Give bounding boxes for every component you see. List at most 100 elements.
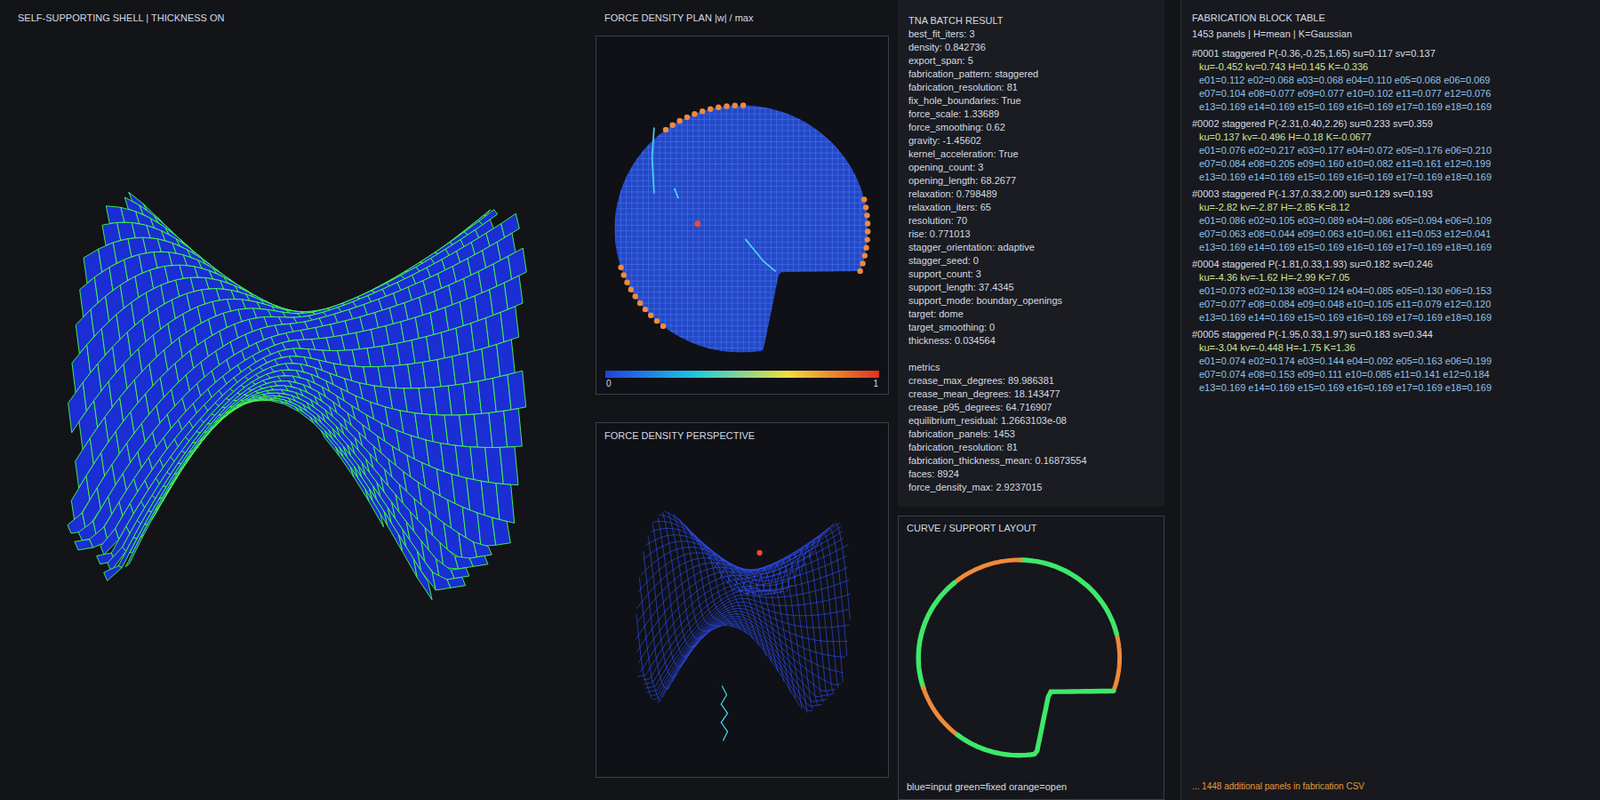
panel-entry: #0002 staggered P(-2.31,0.40,2.26) su=0.… [1192, 117, 1590, 184]
panel-edges: e13=0.169 e14=0.169 e15=0.169 e16=0.169 … [1192, 100, 1590, 114]
open-segment [923, 688, 958, 736]
param-line: rise: 0.771013 [908, 227, 1154, 241]
param-line: best_fit_iters: 3 [908, 27, 1154, 41]
panel-title: FORCE DENSITY PLAN |w| / max [595, 0, 889, 36]
panel-edges: e01=0.086 e02=0.105 e03=0.089 e04=0.086 … [1192, 214, 1590, 228]
shell-mesh [67, 192, 527, 600]
curve-layout-panel: CURVE / SUPPORT LAYOUTblue=input green=f… [897, 515, 1165, 800]
panel-edges: e07=0.077 e08=0.084 e09=0.048 e10=0.105 … [1192, 297, 1590, 312]
panel-edges: e07=0.104 e08=0.077 e09=0.077 e10=0.102 … [1192, 87, 1590, 101]
shell-panel [295, 407, 314, 424]
panel-header: #0003 staggered P(-1.37,0.33,2.00) su=0.… [1192, 187, 1590, 201]
open-boundary-dot [740, 102, 746, 108]
open-boundary-dot [707, 105, 713, 112]
shell-panel [504, 408, 523, 448]
param-line: thickness: 0.034564 [908, 334, 1154, 348]
panel-entry: #0004 staggered P(-1.81,0.33,1.93) su=0.… [1192, 257, 1590, 325]
open-boundary-dot [715, 104, 721, 111]
panel-edges: e13=0.169 e14=0.169 e15=0.169 e16=0.169 … [1192, 240, 1590, 255]
open-boundary-dot [864, 228, 871, 234]
shell-canvas[interactable] [0, 35, 587, 800]
input-curve [918, 560, 1120, 756]
table-summary: 1453 panels | H=mean | K=Gaussian [1192, 27, 1590, 41]
panel-edges: e13=0.169 e14=0.169 e15=0.169 e16=0.169 … [1192, 311, 1590, 325]
panel-edges: e01=0.073 e02=0.138 e03=0.124 e04=0.085 … [1192, 284, 1590, 298]
param-line: target: dome [908, 307, 1154, 321]
peak-marker [694, 220, 701, 227]
metric-line: force_density_max: 2.9237015 [908, 480, 1154, 495]
result-column: TNA BATCH RESULTbest_fit_iters: 3density… [897, 0, 1165, 800]
param-line: export_span: 5 [908, 54, 1154, 68]
panel-header: #0005 staggered P(-1.95,0.33,1.97) su=0.… [1192, 328, 1590, 342]
panel-title: SELF-SUPPORTING SHELL | THICKNESS ON [0, 0, 587, 36]
panel-edges: e07=0.063 e08=0.044 e09=0.063 e10=0.061 … [1192, 227, 1590, 241]
param-line: gravity: -1.45602 [908, 134, 1154, 148]
tna-result-panel: TNA BATCH RESULTbest_fit_iters: 3density… [897, 0, 1165, 507]
metric-line: crease_max_degrees: 89.986381 [908, 374, 1154, 388]
panel-curvature: ku=0.137 kv=-0.496 H=-0.18 K=-0.0677 [1192, 130, 1590, 144]
open-segment [1113, 633, 1120, 691]
param-line: density: 0.842736 [908, 40, 1154, 55]
shell-panel [354, 466, 374, 502]
panel-curvature: ku=-2.82 kv=-2.87 H=-2.85 K=8.12 [1192, 200, 1590, 215]
param-line: opening_count: 3 [908, 160, 1154, 175]
peak-marker [757, 550, 763, 556]
shell-panel [507, 370, 527, 410]
param-line: stagger_orientation: adaptive [908, 240, 1154, 255]
open-boundary-dot [684, 114, 690, 120]
shell-panel [125, 534, 144, 568]
open-boundary-dot [637, 300, 643, 306]
metric-line: fabrication_panels: 1453 [908, 427, 1154, 441]
curve-layout-canvas[interactable] [898, 538, 1164, 781]
shell-panel-view: SELF-SUPPORTING SHELL | THICKNESS ON [0, 0, 587, 800]
open-segment [954, 560, 1022, 584]
wireframe [635, 511, 850, 713]
shell-panel [504, 275, 523, 310]
panel-curvature: ku=-0.452 kv=0.743 H=0.145 K=-0.336 [1192, 60, 1590, 74]
shell-panel [131, 222, 151, 238]
shell-panel [129, 523, 149, 553]
open-boundary-dot [669, 122, 675, 128]
shell-panel [104, 565, 123, 581]
crease-line [720, 686, 728, 742]
metric-line: fabrication_resolution: 81 [908, 440, 1154, 455]
open-boundary-dot [699, 108, 705, 114]
shell-panel [280, 400, 299, 412]
shell-panel [447, 576, 466, 588]
scale-min: 0 [606, 377, 612, 391]
color-scale [605, 370, 880, 378]
param-line: support_count: 3 [908, 267, 1154, 281]
shell-panel [496, 483, 515, 524]
metric-line: faces: 8924 [908, 467, 1154, 481]
force-density-perspective[interactable] [596, 448, 888, 777]
open-boundary-dot [654, 318, 660, 324]
param-line: support_mode: boundary_openings [908, 294, 1154, 308]
open-boundary-dot [732, 102, 738, 108]
fixed-segment [957, 690, 1113, 755]
param-line: force_scale: 1.33689 [908, 107, 1154, 121]
shell-panel [399, 535, 418, 578]
shell-panel [496, 339, 516, 377]
open-boundary-dot [859, 260, 865, 266]
param-line: fabrication_pattern: staggered [908, 67, 1154, 81]
open-boundary-dot [857, 268, 864, 274]
shell-panel [168, 252, 188, 266]
open-boundary-dot [628, 287, 634, 293]
panel-edges: e07=0.074 e08=0.153 e09=0.111 e10=0.085 … [1192, 368, 1590, 382]
color-scale-labels: 01 [596, 377, 888, 394]
shell-panel [499, 447, 519, 486]
legend: blue=input green=fixed orange=open [898, 780, 1164, 800]
open-boundary-dot [648, 312, 654, 319]
open-boundary-dot [864, 212, 870, 218]
metrics-title: metrics [908, 360, 1154, 375]
shell-panel [473, 542, 493, 558]
force-density-plan[interactable] [596, 36, 888, 371]
param-line: relaxation_iters: 65 [908, 200, 1154, 215]
param-line: opening_length: 68.2677 [908, 174, 1154, 188]
boundary-dots [617, 102, 871, 329]
metric-line: crease_p95_degrees: 64.716907 [908, 400, 1154, 415]
open-boundary-dot [642, 306, 648, 312]
open-boundary-dot [660, 323, 666, 329]
fixed-segment [918, 583, 954, 688]
panel-title: FORCE DENSITY PERSPECTIVE [596, 423, 888, 448]
